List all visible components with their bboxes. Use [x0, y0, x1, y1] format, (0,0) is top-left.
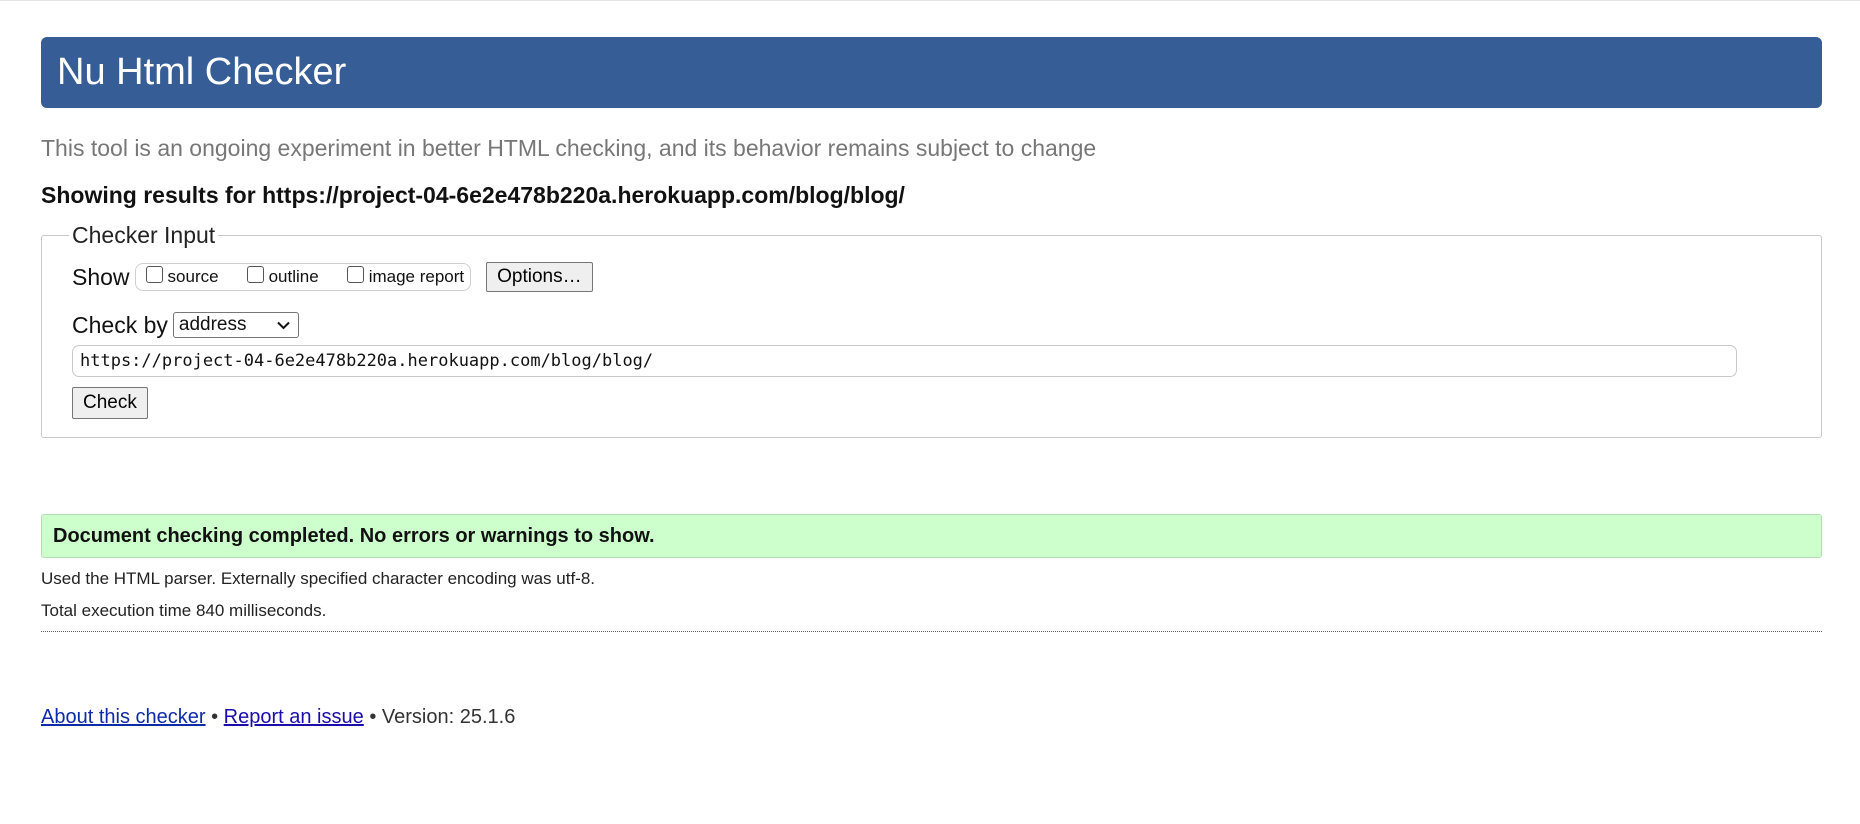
checkbox-box[interactable]	[145, 265, 163, 283]
show-label: Show	[72, 263, 130, 290]
show-row: Show source outline image report Options…	[72, 261, 1791, 293]
about-checker-link[interactable]: About this checker	[41, 706, 206, 728]
top-border	[0, 0, 1860, 1]
showing-results-heading: Showing results for https://project-04-6…	[41, 182, 905, 208]
footer: About this checker • Report an issue • V…	[41, 706, 1822, 729]
source-checkbox[interactable]: source	[145, 265, 219, 287]
check-by-value: address	[178, 314, 247, 335]
image-report-label: image report	[368, 267, 465, 286]
divider	[41, 631, 1822, 632]
checker-input-legend: Checker Input	[72, 222, 216, 248]
outline-checkbox[interactable]: outline	[246, 265, 319, 287]
check-by-row: Check by address	[72, 311, 1791, 339]
checkbox-box[interactable]	[346, 265, 364, 283]
checker-input-fieldset: Checker Input Show source outline image …	[41, 222, 1822, 438]
url-input[interactable]: https://project-04-6e2e478b220a.herokuap…	[72, 345, 1737, 377]
checkbox-box[interactable]	[246, 265, 264, 283]
check-by-label: Check by	[72, 311, 168, 338]
page-title: Nu Html Checker	[57, 51, 347, 93]
page-header: Nu Html Checker	[41, 37, 1822, 108]
source-label: source	[167, 267, 219, 286]
report-issue-link[interactable]: Report an issue	[224, 706, 364, 728]
show-options-group: source outline image report	[134, 263, 472, 291]
image-report-checkbox[interactable]: image report	[346, 265, 465, 287]
success-message: Document checking completed. No errors o…	[41, 514, 1822, 558]
version-text: Version: 25.1.6	[381, 706, 516, 728]
page-container: Nu Html Checker This tool is an ongoing …	[41, 37, 1822, 729]
outline-label: outline	[268, 267, 319, 286]
subtitle-text: This tool is an ongoing experiment in be…	[41, 135, 1097, 161]
check-by-select[interactable]: address	[172, 312, 299, 338]
footer-separator: •	[369, 706, 377, 728]
options-button[interactable]: Options…	[486, 262, 593, 292]
check-button[interactable]: Check	[72, 387, 148, 419]
chevron-down-icon	[277, 318, 290, 333]
footer-separator: •	[211, 706, 219, 728]
parser-info: Used the HTML parser. Externally specifi…	[41, 569, 596, 588]
execution-time: Total execution time 840 milliseconds.	[41, 601, 327, 620]
